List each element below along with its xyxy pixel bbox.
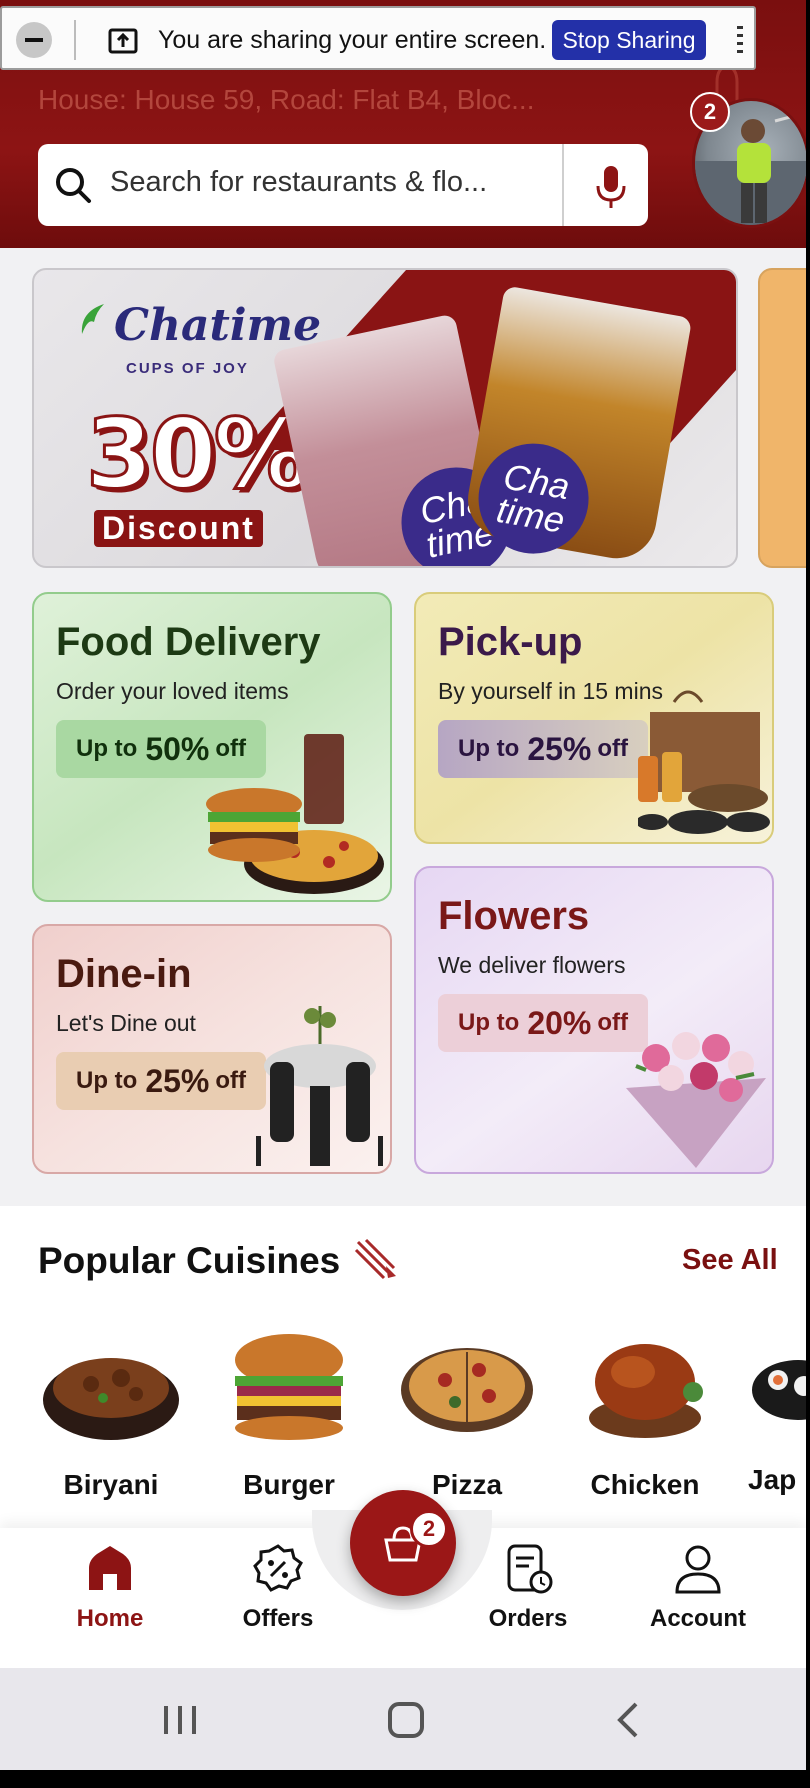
share-message: You are sharing your entire screen.	[158, 26, 547, 54]
delivery-address[interactable]: House: House 59, Road: Flat B4, Bloc...	[38, 84, 598, 116]
search-icon	[56, 168, 91, 203]
promo-banner[interactable]: Chatime CUPS OF JOY 30% Discount Cha tim…	[32, 268, 738, 568]
cuisine-item-biryani[interactable]: Biryani	[36, 1326, 186, 1501]
card-title: Dine-in	[56, 952, 192, 996]
account-user-icon	[675, 1545, 721, 1594]
nav-home[interactable]: Home	[40, 1542, 180, 1633]
nav-label: Offers	[242, 1605, 314, 1632]
phone-screen: House: House 59, Road: Flat B4, Bloc... …	[0, 0, 806, 1770]
minimize-button[interactable]	[16, 22, 52, 58]
search-divider	[562, 144, 564, 226]
back-icon[interactable]	[614, 1702, 644, 1738]
screen: House: House 59, Road: Flat B4, Bloc... …	[0, 0, 810, 1788]
cuisine-label: Jap	[748, 1464, 797, 1495]
search-bar[interactable]: Search for restaurants & flo...	[38, 144, 648, 226]
fire-pepper-icon	[354, 1238, 396, 1280]
nav-label: Account	[650, 1605, 746, 1632]
discount-percent: 30%	[85, 397, 312, 512]
discount-pill: Up to 25% off	[56, 1052, 267, 1110]
cuisine-label: Biryani	[63, 1469, 159, 1500]
pickup-illustration	[638, 690, 770, 834]
share-separator	[74, 20, 76, 60]
next-banner-peek[interactable]	[758, 268, 806, 568]
card-title: Pick-up	[438, 620, 583, 664]
popular-cuisines-section: Popular Cuisines See All Biryani Burger …	[0, 1206, 806, 1536]
microphone-icon[interactable]	[586, 162, 636, 210]
cuisine-label: Chicken	[590, 1469, 700, 1500]
pill-suffix: off	[597, 735, 629, 762]
recent-apps-icon[interactable]	[160, 1702, 200, 1738]
leaf-icon	[81, 304, 104, 334]
share-screen-icon	[108, 28, 138, 54]
nav-orders[interactable]: Orders	[458, 1542, 598, 1633]
cuisine-item-burger[interactable]: Burger	[214, 1326, 364, 1501]
offers-badge-icon	[253, 1544, 303, 1592]
search-input[interactable]: Search for restaurants & flo...	[110, 166, 487, 199]
service-card-dine-in[interactable]: Dine-in Let's Dine out Up to 25% off	[32, 924, 392, 1174]
dining-table-illustration	[256, 1006, 383, 1166]
cuisine-label: Burger	[243, 1469, 335, 1500]
pill-prefix: Up to	[76, 735, 138, 762]
cuisine-item-japanese[interactable]: Jap	[748, 1326, 806, 1496]
cuisine-item-pizza[interactable]: Pizza	[392, 1326, 542, 1501]
chicken-image	[589, 1344, 703, 1438]
burger-image	[235, 1334, 343, 1440]
nav-account[interactable]: Account	[628, 1542, 768, 1633]
card-subtitle: Order your loved items	[56, 678, 289, 704]
brand-tagline: CUPS OF JOY	[126, 360, 249, 377]
system-navigation-bar	[0, 1668, 806, 1770]
nav-label: Home	[76, 1605, 144, 1632]
card-subtitle: By yourself in 15 mins	[438, 678, 663, 704]
home-icon	[89, 1546, 131, 1590]
service-card-pick-up[interactable]: Pick-up By yourself in 15 mins Up to 25%…	[414, 592, 774, 844]
see-all-link[interactable]: See All	[682, 1244, 778, 1277]
card-title: Flowers	[438, 894, 590, 938]
discount-word: Discount	[94, 510, 263, 547]
pill-prefix: Up to	[76, 1067, 138, 1094]
card-subtitle: We deliver flowers	[438, 952, 626, 978]
notification-badge: 2	[690, 92, 730, 132]
sushi-image	[752, 1360, 806, 1420]
brand-logo: Chatime	[114, 300, 322, 351]
food-illustration	[206, 734, 384, 894]
nav-label: Orders	[488, 1605, 568, 1632]
pill-value: 20%	[527, 1004, 592, 1041]
section-title: Popular Cuisines	[38, 1240, 341, 1281]
bouquet-illustration	[626, 1032, 766, 1168]
discount-pill: Up to 25% off	[438, 720, 649, 778]
pill-prefix: Up to	[458, 735, 520, 762]
cart-count-badge: 2	[410, 1510, 448, 1548]
service-card-flowers[interactable]: Flowers We deliver flowers Up to 20% off	[414, 866, 774, 1174]
card-subtitle: Let's Dine out	[56, 1010, 196, 1036]
pill-value: 25%	[527, 730, 592, 767]
pizza-image	[401, 1348, 533, 1432]
biryani-image	[43, 1358, 179, 1440]
nav-offers[interactable]: Offers	[208, 1542, 348, 1633]
card-title: Food Delivery	[56, 620, 321, 664]
cuisine-item-chicken[interactable]: Chicken	[570, 1326, 720, 1501]
orders-receipt-icon	[507, 1544, 553, 1594]
service-card-food-delivery[interactable]: Food Delivery Order your loved items Up …	[32, 592, 392, 902]
pill-suffix: off	[215, 1067, 247, 1094]
home-system-icon[interactable]	[386, 1702, 426, 1738]
screen-share-bar: You are sharing your entire screen. Stop…	[0, 6, 756, 70]
pill-prefix: Up to	[458, 1009, 520, 1036]
drag-handle-icon[interactable]	[736, 24, 744, 56]
stop-sharing-button[interactable]: Stop Sharing	[552, 20, 706, 60]
pill-value: 25%	[145, 1062, 210, 1099]
